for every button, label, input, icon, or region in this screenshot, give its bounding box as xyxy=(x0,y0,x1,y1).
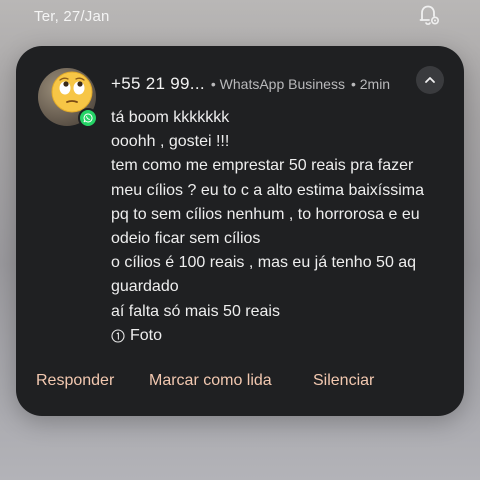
notification-time: • 2min xyxy=(350,76,391,92)
mark-as-read-button[interactable]: Marcar como lida xyxy=(149,372,272,390)
message-line: pq to sem cílios nenhum , to horrorosa e… xyxy=(111,205,420,223)
message-line: aí falta só mais 50 reais xyxy=(111,302,280,320)
info-circle-icon xyxy=(111,329,125,343)
notification-actions: Responder Marcar como lida Silenciar xyxy=(16,372,464,392)
photo-label: Foto xyxy=(130,326,163,344)
message-line: odeio ficar sem cílios xyxy=(111,230,261,248)
app-name: • WhatsApp Business xyxy=(210,76,345,92)
photo-attachment: Foto xyxy=(111,324,451,348)
notification-card[interactable]: +55 21 99... • WhatsApp Business • 2min … xyxy=(16,46,464,416)
sender-name: +55 21 99... xyxy=(111,74,205,93)
whatsapp-icon xyxy=(78,108,98,128)
message-list: tá boom kkkkkkk ooohh , gostei !!! tem c… xyxy=(111,106,451,348)
collapse-button[interactable] xyxy=(416,66,444,94)
message-line: o cílios é 100 reais , mas eu já tenho 5… xyxy=(111,254,417,272)
status-date: Ter, 27/Jan xyxy=(34,8,110,25)
message-line: meu cílios ? eu to c a alto estima baixí… xyxy=(111,181,425,199)
message-line: guardado xyxy=(111,278,179,296)
avatar xyxy=(38,68,98,128)
notification-settings-icon[interactable] xyxy=(416,2,442,28)
reply-button[interactable]: Responder xyxy=(36,372,114,390)
notification-header: +55 21 99... • WhatsApp Business • 2min xyxy=(111,74,390,94)
mute-button[interactable]: Silenciar xyxy=(313,372,374,390)
message-line: tem como me emprestar 50 reais pra fazer xyxy=(111,157,414,175)
chevron-up-icon xyxy=(425,77,435,83)
message-line: ooohh , gostei !!! xyxy=(111,133,230,151)
message-line: tá boom kkkkkkk xyxy=(111,109,230,126)
